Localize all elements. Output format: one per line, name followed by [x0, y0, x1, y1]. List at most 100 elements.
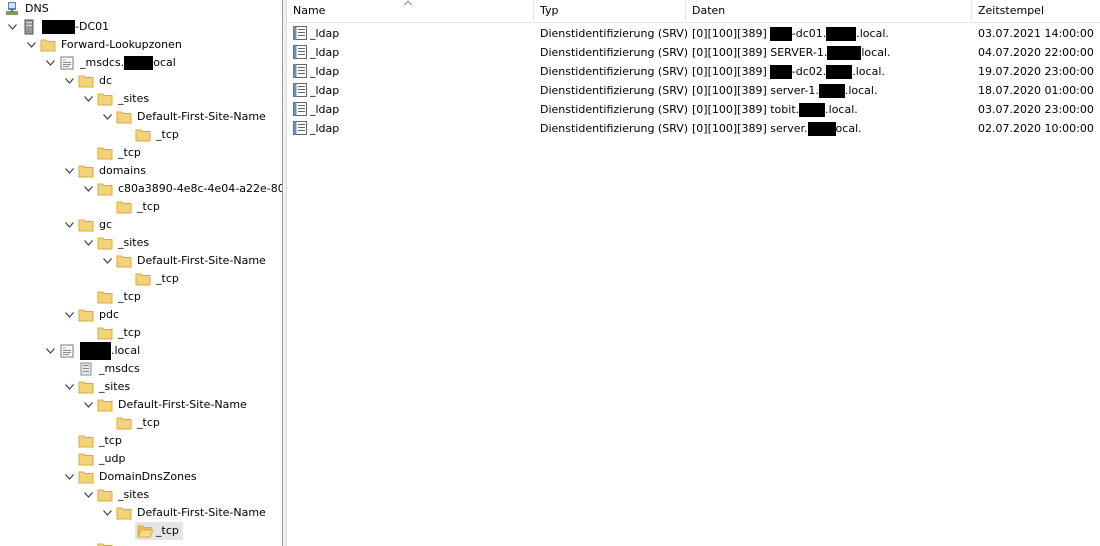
tree-node-gc-sites[interactable]: _sites: [82, 234, 151, 252]
cell-data-suffix: local.: [861, 46, 891, 59]
chevron-down-icon[interactable]: [63, 468, 75, 486]
tree-node-local-site-tcp[interactable]: _tcp: [101, 414, 162, 432]
chevron-down-icon[interactable]: [101, 252, 113, 270]
tree-node-guid-tcp[interactable]: _tcp: [101, 198, 162, 216]
chevron-down-icon[interactable]: [63, 162, 75, 180]
table-row[interactable]: _ldap Dienstidentifizierung (SRV) [0][10…: [287, 81, 1100, 100]
tree-node-domains[interactable]: domains: [63, 162, 148, 180]
tree-node-gc-tcp[interactable]: _tcp: [82, 288, 143, 306]
table-row[interactable]: _ldap Dienstidentifizierung (SRV) [0][10…: [287, 43, 1100, 62]
column-header-type-label: Typ: [540, 4, 559, 17]
cell-name: _ldap: [310, 103, 340, 116]
tree-label-udp: _udp: [99, 452, 126, 465]
tree-label-default-site: Default-First-Site-Name: [118, 398, 247, 411]
server-icon: [21, 19, 37, 35]
tree-node-ddz-default-site[interactable]: Default-First-Site-Name: [101, 504, 268, 522]
tree-node-dc-tcp[interactable]: _tcp: [82, 144, 143, 162]
table-row[interactable]: _ldap Dienstidentifizierung (SRV) [0][10…: [287, 62, 1100, 81]
table-row[interactable]: _ldap Dienstidentifizierung (SRV) [0][10…: [287, 24, 1100, 43]
chevron-down-icon[interactable]: [63, 216, 75, 234]
cell-data-prefix: [0][100][389] server.: [692, 122, 808, 135]
tree-label-tcp: _tcp: [118, 326, 141, 339]
tree-node-ddz-site-tcp[interactable]: _tcp: [120, 522, 183, 540]
tree-node-local-udp[interactable]: _udp: [63, 450, 127, 468]
cell-data-prefix: [0][100][389]: [692, 27, 767, 40]
tree-node-partial[interactable]: [82, 540, 116, 546]
tree-label-sites: _sites: [118, 236, 150, 249]
folder-icon: [78, 379, 94, 395]
tree-node-forward-lookup-zones[interactable]: Forward-Lookupzonen: [25, 36, 184, 54]
chevron-down-icon[interactable]: [82, 486, 94, 504]
cell-type: Dienstidentifizierung (SRV): [540, 103, 689, 116]
chevron-down-icon[interactable]: [101, 504, 113, 522]
tree-node-domain-guid[interactable]: c80a3890-4e8c-4e04-a22e-80b: [82, 180, 282, 198]
tree-label-msdcs-delegation: _msdcs: [99, 362, 140, 375]
tree-node-gc[interactable]: gc: [63, 216, 114, 234]
tree-label-domaindnszones: DomainDnsZones: [99, 470, 197, 483]
tree-node-local-sites[interactable]: _sites: [63, 378, 132, 396]
chevron-down-icon[interactable]: [6, 18, 18, 36]
column-header-data[interactable]: Daten: [686, 0, 972, 22]
chevron-down-icon[interactable]: [25, 36, 37, 54]
console-tree[interactable]: DNS -DC01 Forward-Lookupzonen _msdcs. oca…: [0, 0, 282, 546]
tree-node-dc-sites[interactable]: _sites: [82, 90, 151, 108]
tree-label-tcp: _tcp: [118, 290, 141, 303]
tree-node-msdcs-zone[interactable]: _msdcs. ocal: [44, 54, 178, 72]
chevron-down-icon[interactable]: [63, 72, 75, 90]
tree-node-server[interactable]: -DC01: [6, 18, 111, 36]
chevron-down-icon[interactable]: [44, 54, 56, 72]
folder-icon: [78, 307, 94, 323]
tree-node-pdc[interactable]: pdc: [63, 306, 121, 324]
tree-node-dc[interactable]: dc: [63, 72, 114, 90]
tree-label-sites: _sites: [118, 92, 150, 105]
tree-node-pdc-tcp[interactable]: _tcp: [82, 324, 143, 342]
cell-data-prefix: [0][100][389] SERVER-1.: [692, 46, 828, 59]
tree-node-gc-default-site[interactable]: Default-First-Site-Name: [101, 252, 268, 270]
redacted-box: [42, 20, 75, 34]
folder-icon: [97, 325, 113, 341]
cell-data: [0][100][389] SERVER-1. local.: [692, 43, 891, 62]
cell-data-suffix: .local.: [852, 65, 885, 78]
tree-node-ddz-sites[interactable]: _sites: [82, 486, 151, 504]
folder-icon: [97, 235, 113, 251]
cell-data: [0][100][389] -dc02. .local.: [692, 62, 885, 81]
tree-node-msdcs-delegation[interactable]: _msdcs: [63, 360, 142, 378]
chevron-down-icon[interactable]: [82, 396, 94, 414]
folder-icon: [78, 433, 94, 449]
cell-data: [0][100][389] server. ocal.: [692, 119, 862, 138]
tree-node-dc-site-tcp[interactable]: _tcp: [120, 126, 181, 144]
chevron-down-icon[interactable]: [82, 234, 94, 252]
cell-timestamp: 02.07.2020 10:00:00: [978, 122, 1094, 135]
chevron-down-icon[interactable]: [44, 342, 56, 360]
column-header-name[interactable]: Name: [287, 0, 534, 22]
tree-node-dc-default-site[interactable]: Default-First-Site-Name: [101, 108, 268, 126]
column-header-timestamp-label: Zeitstempel: [978, 4, 1045, 17]
column-header-type[interactable]: Typ: [534, 0, 686, 22]
tree-node-local-default-site[interactable]: Default-First-Site-Name: [82, 396, 249, 414]
tree-label-sites: _sites: [99, 380, 131, 393]
redacted-box: [799, 103, 826, 117]
chevron-down-icon[interactable]: [63, 306, 75, 324]
tree-node-local-zone[interactable]: .local: [44, 342, 142, 360]
tree-node-local-tcp[interactable]: _tcp: [63, 432, 124, 450]
chevron-down-icon[interactable]: [101, 108, 113, 126]
tree-node-domaindnszones[interactable]: DomainDnsZones: [63, 468, 199, 486]
table-row[interactable]: _ldap Dienstidentifizierung (SRV) [0][10…: [287, 100, 1100, 119]
cell-timestamp: 03.07.2020 23:00:00: [978, 103, 1094, 116]
chevron-down-icon[interactable]: [63, 378, 75, 396]
record-icon: [293, 121, 307, 135]
folder-icon: [135, 127, 151, 143]
zone-icon: [59, 55, 75, 71]
table-row[interactable]: _ldap Dienstidentifizierung (SRV) [0][10…: [287, 119, 1100, 138]
tree-label-pdc: pdc: [99, 308, 120, 321]
column-header-row: Name Typ Daten Zeitstempel: [287, 0, 1100, 23]
record-icon: [293, 64, 307, 78]
record-list[interactable]: Name Typ Daten Zeitstempel _ldap Diensti…: [287, 0, 1100, 546]
column-header-timestamp[interactable]: Zeitstempel: [972, 0, 1100, 22]
chevron-down-icon[interactable]: [82, 90, 94, 108]
chevron-down-icon[interactable]: [82, 180, 94, 198]
tree-node-gc-site-tcp[interactable]: _tcp: [120, 270, 181, 288]
folder-icon: [78, 163, 94, 179]
tree-node-dns[interactable]: DNS: [4, 0, 51, 18]
tree-label-forward-lookup-zones: Forward-Lookupzonen: [61, 38, 182, 51]
